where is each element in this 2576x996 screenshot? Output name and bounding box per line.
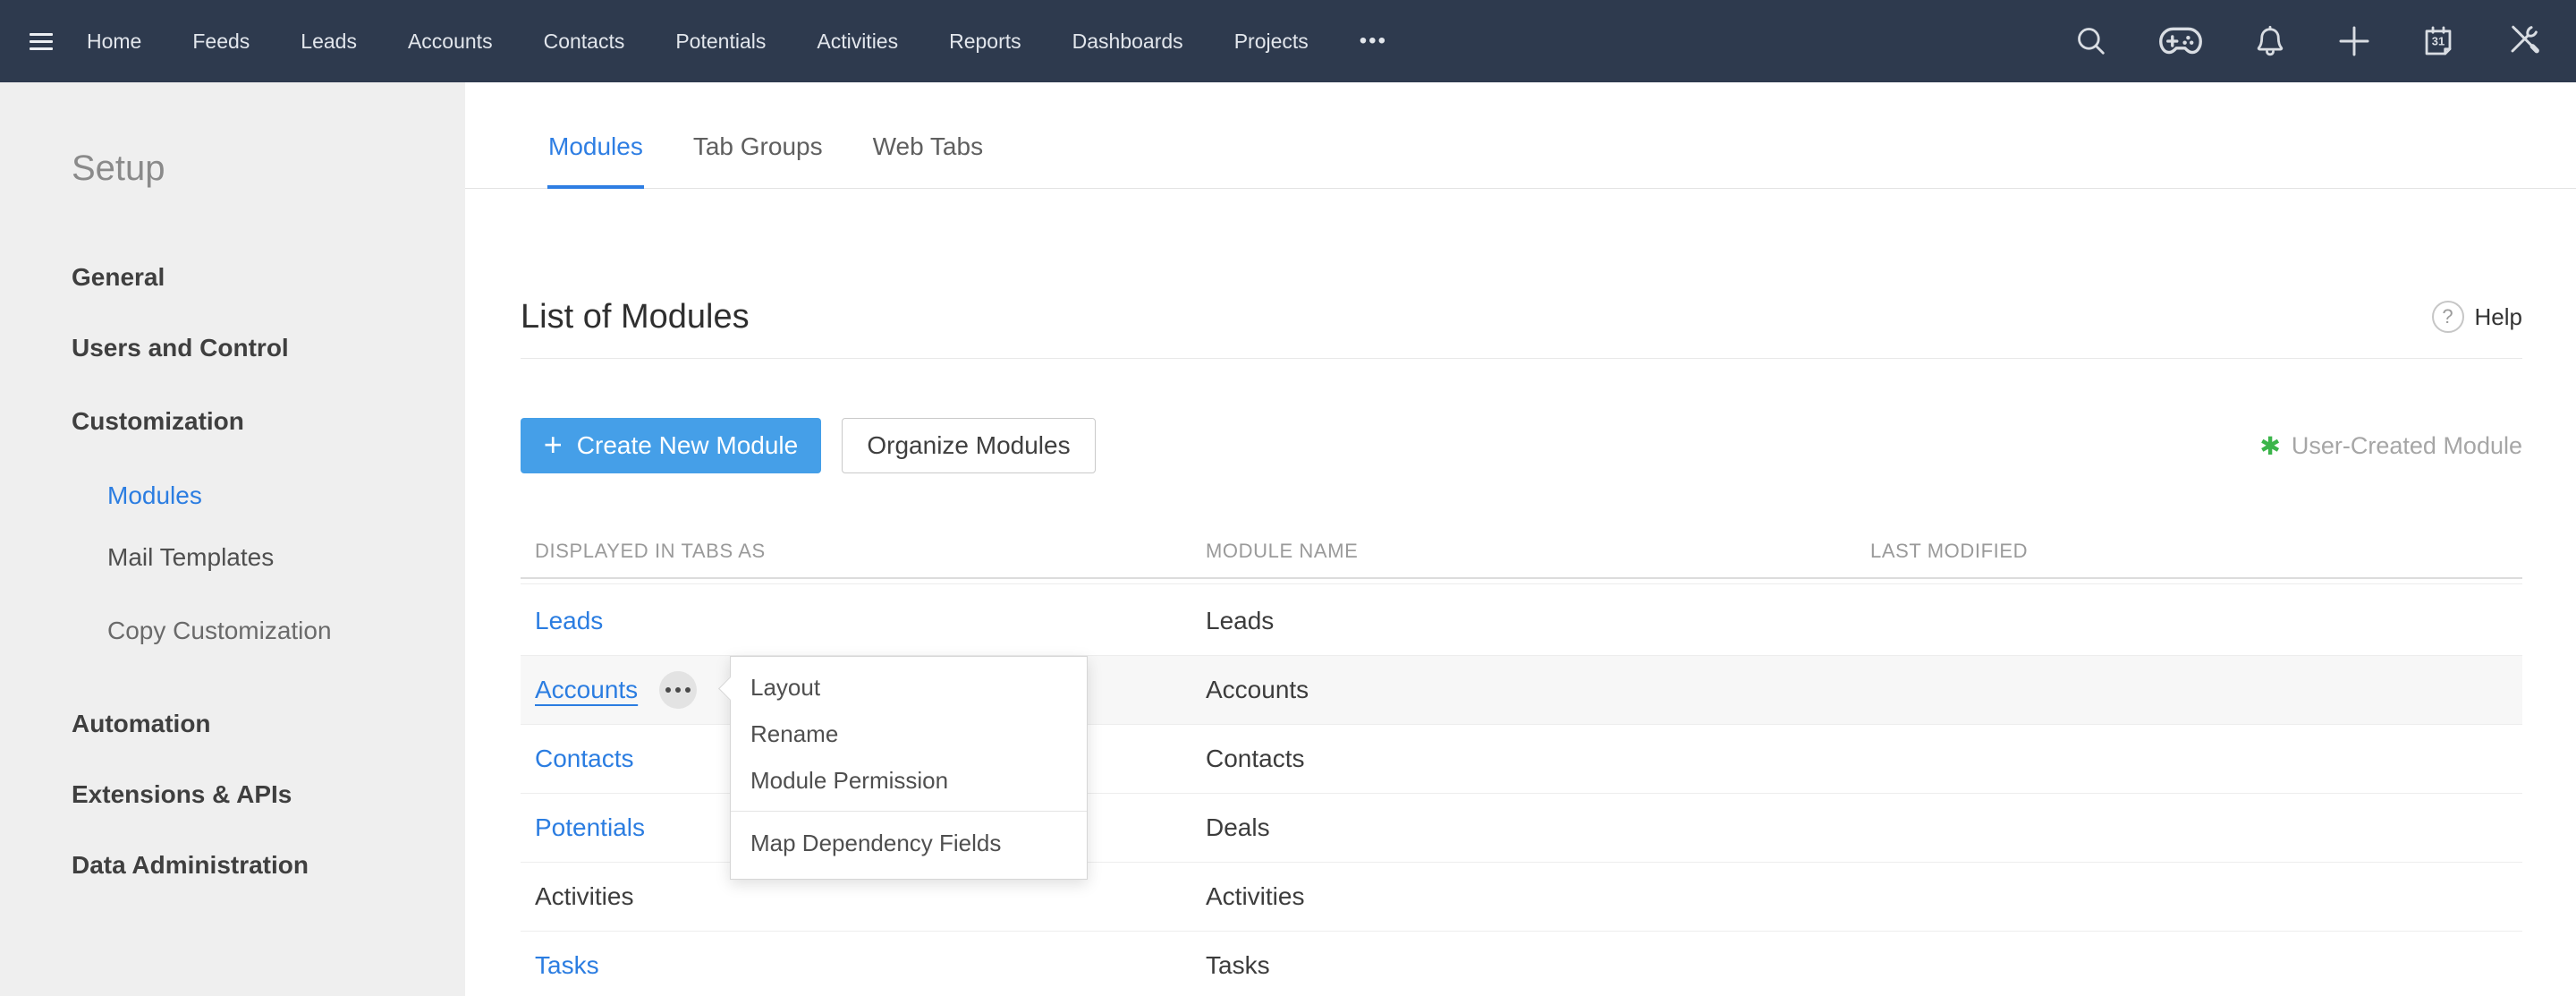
nav-item-dashboards[interactable]: Dashboards <box>1072 30 1183 54</box>
nav-item-home[interactable]: Home <box>87 30 141 54</box>
create-new-module-button[interactable]: + Create New Module <box>521 418 821 473</box>
help-button[interactable]: ? Help <box>2432 301 2522 333</box>
title-row: List of Modules ? Help <box>521 276 2522 358</box>
modules-tabbar: Modules Tab Groups Web Tabs <box>465 82 2576 189</box>
menu-item-layout[interactable]: Layout <box>731 664 1087 711</box>
sidebar-item-mail-templates[interactable]: Mail Templates <box>107 543 274 572</box>
module-name-cell: Deals <box>1206 813 1870 842</box>
module-name-cell: Activities <box>1206 882 1870 911</box>
sidebar-item-modules[interactable]: Modules <box>107 481 202 510</box>
more-actions-button[interactable] <box>659 671 697 709</box>
sidebar-item-users-and-control[interactable]: Users and Control <box>72 334 289 362</box>
calendar-icon[interactable]: 31 <box>2419 22 2457 60</box>
nav-item-feeds[interactable]: Feeds <box>192 30 250 54</box>
page-title: List of Modules <box>521 298 750 336</box>
navbar-icon-group: 31 <box>2072 21 2576 61</box>
nav-item-accounts[interactable]: Accounts <box>408 30 493 54</box>
table-row-tasks: Tasks Tasks <box>521 932 2522 996</box>
menu-item-map-dependency-fields[interactable]: Map Dependency Fields <box>731 820 1087 866</box>
module-name-cell: Tasks <box>1206 951 1870 980</box>
plus-icon: + <box>544 429 563 461</box>
legend-label: User-Created Module <box>2292 432 2522 460</box>
help-label: Help <box>2475 303 2522 331</box>
menu-item-module-permission[interactable]: Module Permission <box>731 757 1087 804</box>
notifications-bell-icon[interactable] <box>2251 22 2289 60</box>
tab-modules[interactable]: Modules <box>548 106 643 188</box>
sidebar-item-data-administration[interactable]: Data Administration <box>72 851 309 880</box>
module-link-potentials[interactable]: Potentials <box>535 813 645 842</box>
gamepad-icon[interactable] <box>2156 22 2206 60</box>
asterisk-icon: ✱ <box>2259 431 2280 461</box>
nav-item-leads[interactable]: Leads <box>301 30 357 54</box>
nav-item-projects[interactable]: Projects <box>1234 30 1309 54</box>
table-header-row: DISPLAYED IN TABS AS MODULE NAME LAST MO… <box>521 525 2522 579</box>
top-navbar: Home Feeds Leads Accounts Contacts Poten… <box>0 0 2576 82</box>
help-question-icon: ? <box>2432 301 2464 333</box>
nav-item-potentials[interactable]: Potentials <box>675 30 766 54</box>
sidebar-item-general[interactable]: General <box>72 263 165 292</box>
hamburger-menu-icon[interactable] <box>30 33 53 50</box>
sidebar-title: Setup <box>72 149 165 189</box>
table-row-leads: Leads Leads <box>521 587 2522 656</box>
app-window: Home Feeds Leads Accounts Contacts Poten… <box>0 0 2576 996</box>
sidebar-item-automation[interactable]: Automation <box>72 710 211 738</box>
menu-item-rename[interactable]: Rename <box>731 711 1087 757</box>
column-header-last-modified: LAST MODIFIED <box>1870 540 2522 563</box>
nav-item-activities[interactable]: Activities <box>817 30 898 54</box>
column-header-module-name: MODULE NAME <box>1206 540 1870 563</box>
primary-nav: Home Feeds Leads Accounts Contacts Poten… <box>87 29 1387 54</box>
module-link-tasks[interactable]: Tasks <box>535 951 599 980</box>
setup-sidebar: Setup General Users and Control Customiz… <box>0 82 465 996</box>
sidebar-item-customization[interactable]: Customization <box>72 407 244 436</box>
module-link-accounts[interactable]: Accounts <box>535 676 638 704</box>
nav-item-contacts[interactable]: Contacts <box>544 30 625 54</box>
module-text-activities: Activities <box>535 882 633 911</box>
modules-toolbar: + Create New Module Organize Modules ✱ U… <box>521 418 2522 473</box>
add-plus-icon[interactable] <box>2334 21 2374 61</box>
tab-tab-groups[interactable]: Tab Groups <box>693 106 823 188</box>
module-name-cell: Contacts <box>1206 745 1870 773</box>
module-link-contacts[interactable]: Contacts <box>535 745 634 773</box>
nav-more-button[interactable]: ••• <box>1360 29 1387 54</box>
module-name-cell: Leads <box>1206 607 1870 635</box>
sidebar-item-extensions-apis[interactable]: Extensions & APIs <box>72 780 292 809</box>
search-icon[interactable] <box>2072 22 2110 60</box>
module-context-menu: Layout Rename Module Permission Map Depe… <box>730 656 1088 880</box>
sidebar-item-copy-customization[interactable]: Copy Customization <box>107 617 332 645</box>
main-content: Modules Tab Groups Web Tabs List of Modu… <box>465 82 2576 996</box>
setup-tools-icon[interactable] <box>2503 21 2542 61</box>
tab-web-tabs[interactable]: Web Tabs <box>873 106 983 188</box>
column-header-displayed-in-tabs-as: DISPLAYED IN TABS AS <box>521 540 1206 563</box>
module-link-leads[interactable]: Leads <box>535 607 603 635</box>
create-new-module-label: Create New Module <box>577 431 798 460</box>
calendar-day-label: 31 <box>2432 35 2445 48</box>
user-created-module-legend: ✱ User-Created Module <box>2259 431 2522 461</box>
menu-divider <box>731 811 1087 812</box>
organize-modules-button[interactable]: Organize Modules <box>842 418 1096 473</box>
module-name-cell: Accounts <box>1206 676 1870 704</box>
nav-item-reports[interactable]: Reports <box>949 30 1021 54</box>
title-divider <box>521 358 2522 359</box>
